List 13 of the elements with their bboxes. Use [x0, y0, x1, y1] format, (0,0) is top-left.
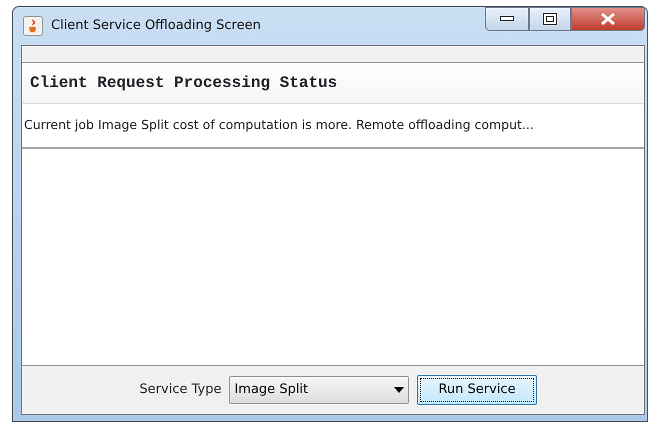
maximize-icon — [543, 13, 557, 25]
close-icon — [600, 12, 616, 26]
close-button[interactable] — [571, 7, 645, 31]
minimize-button[interactable] — [485, 7, 529, 31]
run-service-button[interactable]: Run Service — [417, 375, 537, 405]
caret-icon — [394, 387, 404, 393]
service-type-dropdown[interactable]: Image Split — [229, 376, 410, 404]
minimize-icon — [500, 16, 514, 22]
service-type-label: Service Type — [139, 381, 222, 400]
cup-icon — [23, 16, 43, 36]
window-title: Client Service Offloading Screen — [51, 17, 261, 36]
maximize-button[interactable] — [529, 7, 571, 31]
table-cell: Current job Image Split cost of computation is more. Remote offloading comput... — [22, 104, 644, 149]
